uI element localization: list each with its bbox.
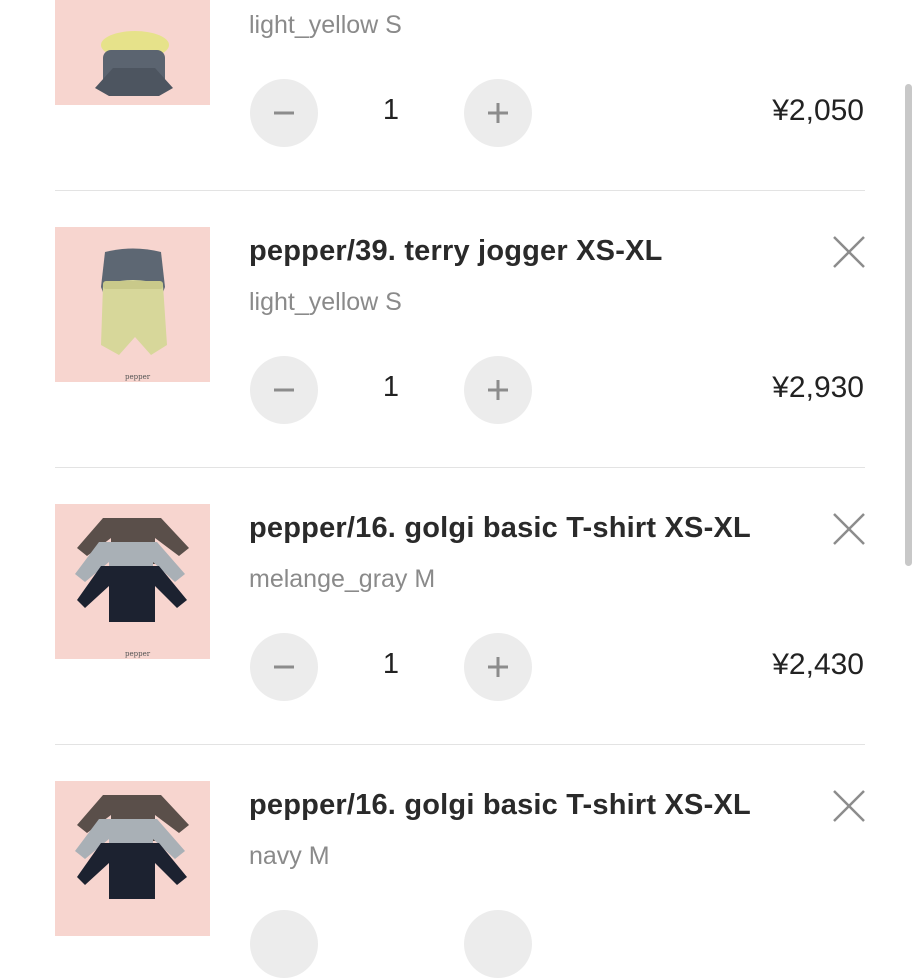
cart-item: light_yellow S 1 ¥2,050 xyxy=(0,0,920,147)
decrease-quantity-button[interactable] xyxy=(250,356,318,424)
remove-item-button[interactable] xyxy=(832,789,866,823)
variant-text: light_yellow S xyxy=(249,288,402,316)
minus-icon xyxy=(274,665,294,669)
quantity-value: 1 xyxy=(382,648,400,680)
long-sleeve-shirts-image xyxy=(75,518,189,622)
item-price: ¥2,430 xyxy=(772,648,864,681)
increase-quantity-button[interactable] xyxy=(464,910,532,978)
variant-text: navy M xyxy=(249,842,330,870)
quantity-value: 1 xyxy=(382,94,400,126)
variant-text: light_yellow S xyxy=(249,11,402,39)
minus-icon xyxy=(274,111,294,115)
decrease-quantity-button[interactable] xyxy=(250,79,318,147)
plus-icon xyxy=(488,103,508,123)
product-thumbnail[interactable] xyxy=(55,0,210,105)
product-thumbnail[interactable] xyxy=(55,781,210,936)
cart-item: pepper/16. golgi basic T-shirt XS-XL nav… xyxy=(0,744,920,978)
item-price: ¥2,930 xyxy=(772,371,864,404)
plus-icon xyxy=(488,657,508,677)
remove-item-button[interactable] xyxy=(832,235,866,269)
quantity-value: 1 xyxy=(382,371,400,403)
product-title[interactable]: pepper/16. golgi basic T-shirt XS-XL xyxy=(249,512,751,545)
product-title[interactable]: pepper/16. golgi basic T-shirt XS-XL xyxy=(249,789,751,822)
brand-label: pepper xyxy=(125,373,151,381)
variant-text: melange_gray M xyxy=(249,565,436,593)
plus-icon xyxy=(488,380,508,400)
decrease-quantity-button[interactable] xyxy=(250,910,318,978)
minus-icon xyxy=(274,388,294,392)
brand-label: pepper xyxy=(125,650,151,658)
scrollbar-thumb[interactable] xyxy=(905,84,912,566)
close-icon xyxy=(833,790,865,822)
product-thumbnail[interactable]: pepper xyxy=(55,504,210,659)
product-thumbnail[interactable]: pepper xyxy=(55,227,210,382)
increase-quantity-button[interactable] xyxy=(464,356,532,424)
close-icon xyxy=(833,236,865,268)
jogger-pants-image xyxy=(101,248,167,355)
remove-item-button[interactable] xyxy=(832,512,866,546)
top-and-shorts-image xyxy=(95,31,173,96)
long-sleeve-shirts-image xyxy=(75,795,189,899)
cart-item: pepper pepper/39. terry jogger XS-XL lig… xyxy=(0,190,920,467)
close-icon xyxy=(833,513,865,545)
cart-item: pepper pepper/16. golgi basic T-shirt XS… xyxy=(0,467,920,744)
item-price: ¥2,050 xyxy=(772,94,864,127)
product-title[interactable]: pepper/39. terry jogger XS-XL xyxy=(249,235,663,268)
increase-quantity-button[interactable] xyxy=(464,633,532,701)
increase-quantity-button[interactable] xyxy=(464,79,532,147)
decrease-quantity-button[interactable] xyxy=(250,633,318,701)
